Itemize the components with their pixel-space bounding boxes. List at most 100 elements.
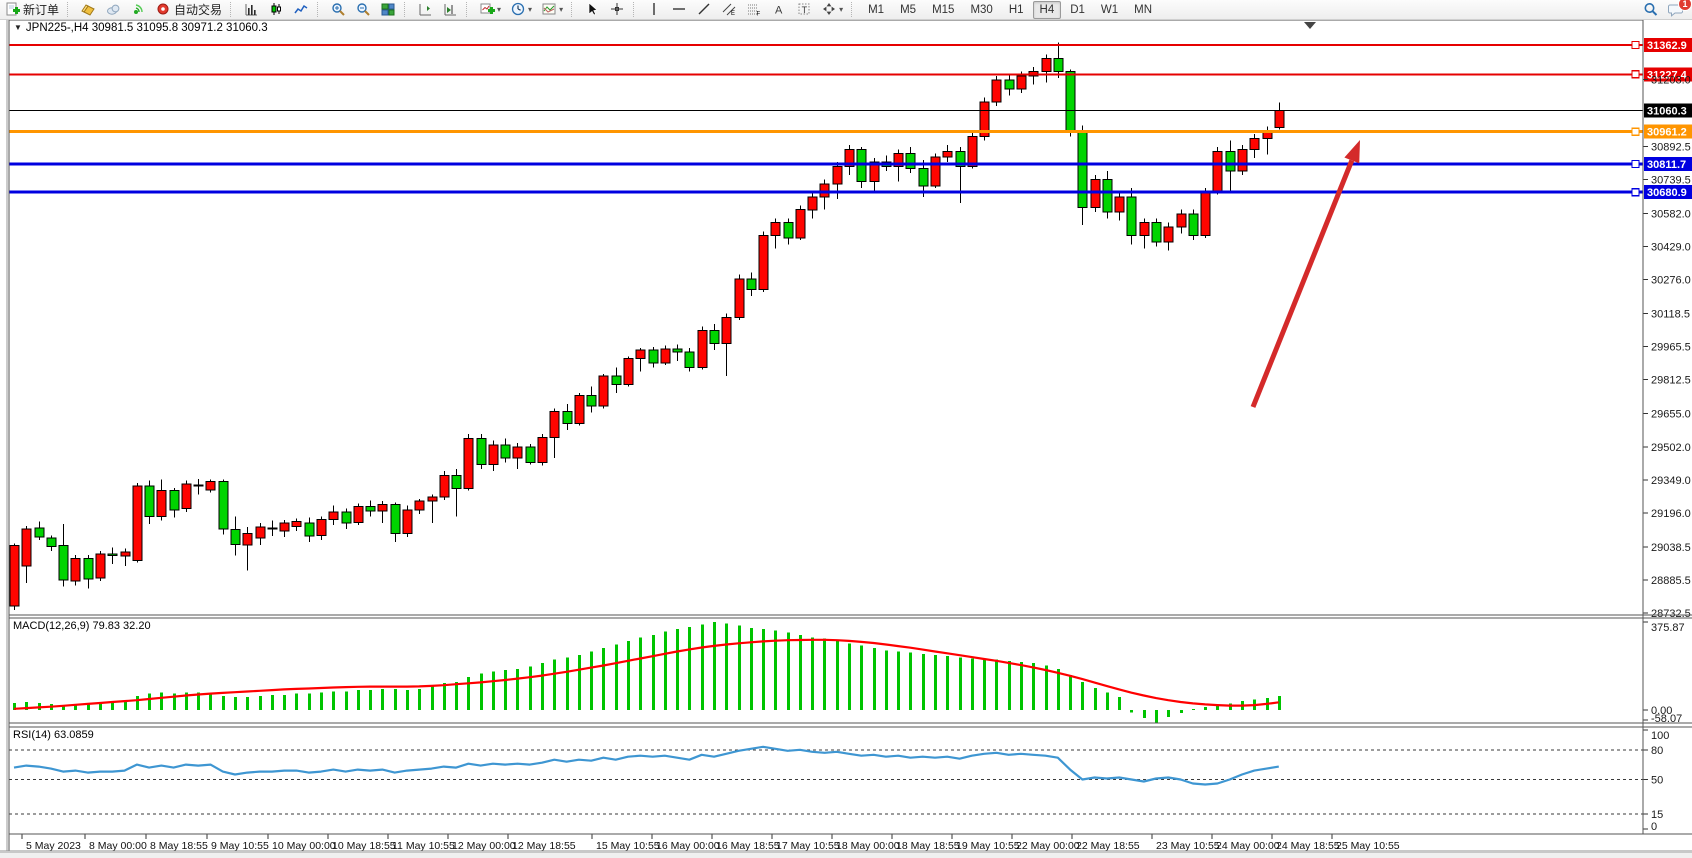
template-dropdown[interactable]: ▾ bbox=[538, 1, 567, 18]
macd-hist-bar bbox=[222, 696, 225, 710]
timeframe-button-m30[interactable]: M30 bbox=[963, 1, 999, 19]
timeframe-button-w1[interactable]: W1 bbox=[1094, 1, 1125, 19]
candle bbox=[563, 412, 572, 424]
horizontal-line-icon[interactable] bbox=[668, 1, 691, 18]
search-icon[interactable] bbox=[1639, 1, 1662, 18]
text-label-icon[interactable]: T bbox=[793, 1, 816, 18]
text-icon[interactable]: A bbox=[768, 1, 791, 18]
signals-icon[interactable] bbox=[127, 1, 150, 18]
macd-hist-bar bbox=[504, 670, 507, 710]
price-tick-label: 30276.0 bbox=[1651, 275, 1691, 287]
macd-hist-bar bbox=[1167, 710, 1170, 717]
price-tick-label: 30892.5 bbox=[1651, 142, 1691, 154]
tile-windows-icon[interactable] bbox=[377, 1, 400, 18]
macd-hist-bar bbox=[909, 653, 912, 710]
bar-chart-icon[interactable] bbox=[240, 1, 263, 18]
candle bbox=[170, 490, 179, 509]
hline-handle[interactable] bbox=[1632, 161, 1639, 168]
notifications-icon[interactable]: 1 bbox=[1664, 1, 1687, 18]
macd-hist-bar bbox=[934, 655, 937, 710]
candle bbox=[1152, 223, 1161, 242]
symbol-ohlc-text: JPN225-,H4 30981.5 31095.8 30971.2 31060… bbox=[26, 22, 268, 34]
macd-hist-bar bbox=[811, 637, 814, 710]
crosshair-icon[interactable] bbox=[606, 1, 629, 18]
macd-hist-bar bbox=[516, 669, 519, 710]
market-watch-icon[interactable] bbox=[77, 1, 100, 18]
collapse-triangle-icon[interactable]: ▼ bbox=[14, 23, 22, 32]
macd-hist-bar bbox=[443, 683, 446, 710]
community-icon[interactable] bbox=[102, 1, 125, 18]
period-dropdown[interactable]: ▾ bbox=[507, 1, 536, 18]
rsi-label: RSI(14) 63.0859 bbox=[13, 729, 94, 741]
timeframe-button-m5[interactable]: M5 bbox=[893, 1, 923, 19]
macd-hist-bar bbox=[1143, 710, 1146, 718]
timeframe-button-mn[interactable]: MN bbox=[1127, 1, 1159, 19]
svg-text:E: E bbox=[731, 11, 735, 17]
candle bbox=[194, 485, 203, 486]
macd-hist-bar bbox=[578, 655, 581, 710]
hline-handle[interactable] bbox=[1632, 71, 1639, 78]
macd-hist-bar bbox=[259, 696, 262, 710]
candle bbox=[96, 554, 105, 578]
new-chart-dropdown[interactable]: ▾ bbox=[476, 1, 505, 18]
rsi-axis-label: 100 bbox=[1651, 730, 1669, 742]
vertical-line-icon[interactable] bbox=[643, 1, 666, 18]
timeframe-button-m1[interactable]: M1 bbox=[861, 1, 891, 19]
macd-hist-bar bbox=[676, 629, 679, 710]
candle bbox=[403, 510, 412, 534]
zoom-out-icon[interactable] bbox=[352, 1, 375, 18]
new-order-button[interactable]: 新订单 bbox=[1, 1, 63, 18]
candle bbox=[722, 318, 731, 344]
candle bbox=[391, 504, 400, 533]
timeframe-button-h1[interactable]: H1 bbox=[1002, 1, 1031, 19]
candle bbox=[428, 497, 437, 501]
hline-handle[interactable] bbox=[1632, 189, 1639, 196]
candlestick-chart-icon[interactable] bbox=[265, 1, 288, 18]
macd-hist-bar bbox=[345, 691, 348, 710]
candle bbox=[919, 169, 928, 186]
macd-hist-bar bbox=[615, 645, 618, 711]
price-label: 30680.9 bbox=[1647, 187, 1687, 199]
cursor-icon[interactable] bbox=[581, 1, 604, 18]
arrows-dropdown[interactable]: ▾ bbox=[818, 1, 847, 18]
candle bbox=[1054, 59, 1063, 72]
timeframe-button-d1[interactable]: D1 bbox=[1063, 1, 1092, 19]
line-chart-icon[interactable] bbox=[290, 1, 313, 18]
timeframe-button-m15[interactable]: M15 bbox=[925, 1, 961, 19]
chevron-down-icon: ▾ bbox=[497, 5, 501, 14]
macd-hist-bar bbox=[124, 702, 127, 710]
macd-hist-bar bbox=[713, 622, 716, 710]
rsi-axis-label: 80 bbox=[1651, 745, 1663, 757]
symbol-ohlc-line[interactable]: ▼ JPN225-,H4 30981.5 31095.8 30971.2 3106… bbox=[14, 22, 268, 34]
trendline-icon[interactable] bbox=[693, 1, 716, 18]
toolbar-right: 1 bbox=[1638, 1, 1688, 18]
macd-hist-bar bbox=[271, 695, 274, 710]
candle bbox=[219, 482, 228, 530]
candle bbox=[796, 210, 805, 238]
candle bbox=[1238, 149, 1247, 171]
fibonacci-icon[interactable]: F bbox=[743, 1, 766, 18]
toolbar-separator bbox=[571, 2, 577, 17]
autotrading-button[interactable]: 自动交易 bbox=[152, 1, 226, 18]
time-tick-label: 18 May 00:00 bbox=[836, 840, 900, 852]
candle bbox=[415, 501, 424, 510]
candle bbox=[550, 412, 559, 438]
candle bbox=[636, 350, 645, 359]
timeframe-button-h4[interactable]: H4 bbox=[1033, 1, 1062, 19]
hline-handle[interactable] bbox=[1632, 128, 1639, 135]
macd-hist-bar bbox=[1204, 707, 1207, 710]
candle bbox=[268, 528, 277, 529]
price-chart-canvas[interactable]: 31362.931227.431060.330961.230811.730680… bbox=[0, 19, 1692, 858]
auto-scroll-icon[interactable] bbox=[414, 1, 437, 18]
candle bbox=[513, 447, 522, 458]
equidistant-channel-icon[interactable]: E bbox=[718, 1, 741, 18]
hline-handle[interactable] bbox=[1632, 42, 1639, 49]
time-tick-label: 22 May 00:00 bbox=[1016, 840, 1080, 852]
macd-hist-bar bbox=[750, 628, 753, 710]
candle bbox=[354, 507, 363, 523]
zoom-in-icon[interactable] bbox=[327, 1, 350, 18]
chart-shift-icon[interactable] bbox=[439, 1, 462, 18]
candle bbox=[1250, 139, 1259, 150]
macd-hist-bar bbox=[885, 650, 888, 710]
macd-hist-bar bbox=[738, 626, 741, 710]
